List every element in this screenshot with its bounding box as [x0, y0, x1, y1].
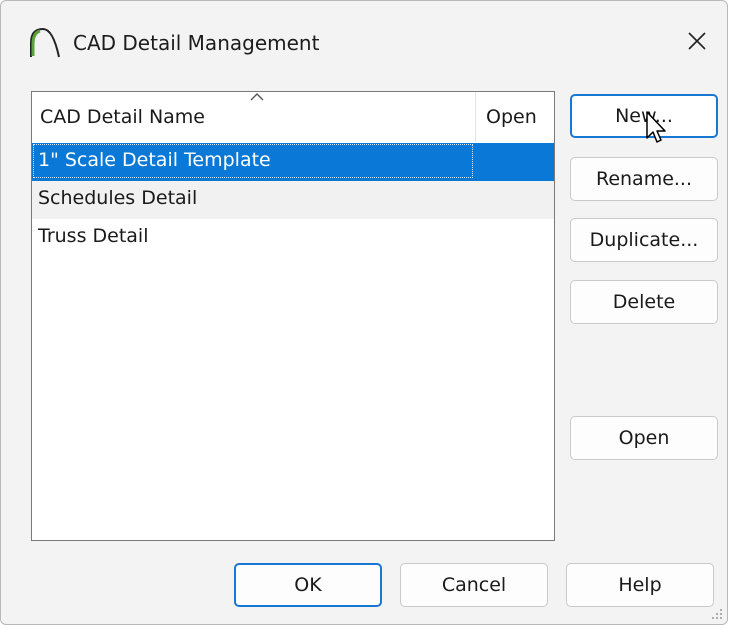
delete-button[interactable]: Delete	[570, 280, 718, 324]
column-divider[interactable]	[475, 92, 476, 142]
rename-button[interactable]: Rename...	[570, 157, 718, 201]
list-item[interactable]: Truss Detail	[32, 219, 554, 257]
window-title: CAD Detail Management	[73, 31, 320, 55]
chief-architect-arc-icon	[30, 27, 60, 58]
list-item[interactable]: Schedules Detail	[32, 181, 554, 219]
close-button[interactable]	[675, 19, 719, 63]
list-item[interactable]: 1" Scale Detail Template	[32, 143, 554, 181]
cancel-button[interactable]: Cancel	[400, 563, 548, 607]
column-header-open[interactable]: Open	[486, 106, 537, 128]
help-button[interactable]: Help	[566, 563, 714, 607]
focus-rectangle	[33, 144, 473, 178]
list-item-name: Schedules Detail	[38, 187, 198, 209]
open-button[interactable]: Open	[570, 416, 718, 460]
column-header-name[interactable]: CAD Detail Name	[40, 106, 205, 128]
title-bar: CAD Detail Management	[1, 1, 727, 75]
duplicate-button[interactable]: Duplicate...	[570, 218, 718, 262]
list-item-name: Truss Detail	[38, 225, 149, 247]
ok-button[interactable]: OK	[234, 563, 382, 607]
cad-detail-management-dialog: CAD Detail Management CAD Detail Name Op…	[0, 0, 728, 625]
list-header: CAD Detail Name Open	[32, 92, 554, 142]
new-button[interactable]: New...	[570, 94, 718, 138]
cad-detail-list[interactable]: CAD Detail Name Open 1" Scale Detail Tem…	[31, 91, 555, 541]
sort-ascending-caret-icon	[250, 93, 264, 101]
resize-grip-icon[interactable]	[711, 608, 723, 620]
close-icon	[688, 32, 706, 50]
